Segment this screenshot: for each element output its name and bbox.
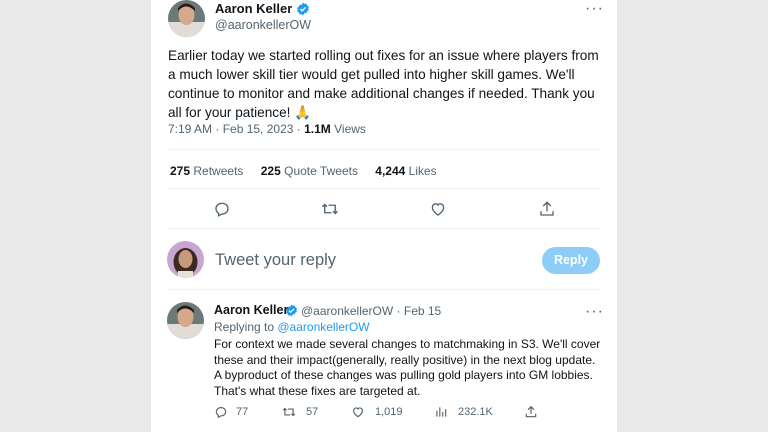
- verified-badge-icon: [286, 304, 297, 317]
- tweet-meta: 7:19 AM · Feb 15, 2023 · 1.1M Views: [168, 122, 366, 136]
- retweets-count: 275: [170, 164, 191, 178]
- tweet-text: Earlier today we started rolling out fix…: [168, 48, 599, 120]
- retweet-icon[interactable]: [282, 405, 296, 419]
- likes-count: 4,244: [375, 164, 406, 178]
- more-icon[interactable]: ···: [585, 1, 604, 17]
- views-icon[interactable]: [434, 405, 448, 419]
- like-icon[interactable]: [429, 200, 447, 218]
- reply-button[interactable]: Reply: [542, 247, 600, 274]
- divider: [166, 188, 602, 189]
- tweet-time[interactable]: 7:19 AM · Feb 15, 2023 ·: [168, 122, 304, 136]
- views-count: 1.1M: [304, 122, 331, 136]
- reply-author-handle-date[interactable]: @aaronkellerOW · Feb 15: [301, 304, 441, 318]
- likes-label: Likes: [408, 164, 437, 178]
- verified-badge-icon: [297, 2, 309, 16]
- replying-to: Replying to @aaronkellerOW: [214, 320, 370, 334]
- like-count: 1,019: [375, 406, 403, 418]
- share-icon[interactable]: [538, 200, 556, 218]
- quotes-count: 225: [260, 164, 281, 178]
- retweets-label: Retweets: [193, 164, 244, 178]
- reply-author-name[interactable]: Aaron Keller: [214, 303, 288, 317]
- author-avatar[interactable]: [168, 0, 205, 37]
- divider: [166, 228, 602, 229]
- views-count: 232.1K: [458, 406, 493, 418]
- reply-input[interactable]: Tweet your reply: [215, 251, 336, 270]
- like-icon[interactable]: [351, 405, 365, 419]
- retweet-count: 57: [306, 406, 319, 418]
- reply-text: For context we made several changes to m…: [214, 337, 601, 398]
- more-icon[interactable]: ···: [585, 304, 604, 320]
- divider: [166, 289, 602, 290]
- views-label: Views: [334, 122, 366, 136]
- engagement-stats: 275 Retweets 225 Quote Tweets 4,244 Like…: [170, 164, 451, 178]
- tweet-panel: Aaron Keller @aaronkellerOW ··· Earlier …: [151, 0, 617, 432]
- retweets-stat[interactable]: 275 Retweets: [170, 164, 243, 178]
- divider: [166, 149, 602, 150]
- replying-to-handle-link[interactable]: @aaronkellerOW: [277, 320, 369, 334]
- retweet-icon[interactable]: [321, 200, 339, 218]
- share-icon[interactable]: [524, 405, 538, 419]
- reply-icon[interactable]: [213, 200, 231, 218]
- likes-stat[interactable]: 4,244 Likes: [375, 164, 436, 178]
- author-name[interactable]: Aaron Keller: [215, 1, 292, 16]
- reply-author-avatar[interactable]: [167, 302, 204, 339]
- user-avatar[interactable]: [167, 241, 204, 278]
- replying-to-prefix: Replying to: [214, 320, 278, 334]
- quotes-label: Quote Tweets: [284, 164, 358, 178]
- reply-count: 77: [236, 406, 249, 418]
- reply-icon[interactable]: [214, 405, 228, 419]
- quotes-stat[interactable]: 225 Quote Tweets: [261, 164, 358, 178]
- author-handle[interactable]: @aaronkellerOW: [215, 18, 311, 32]
